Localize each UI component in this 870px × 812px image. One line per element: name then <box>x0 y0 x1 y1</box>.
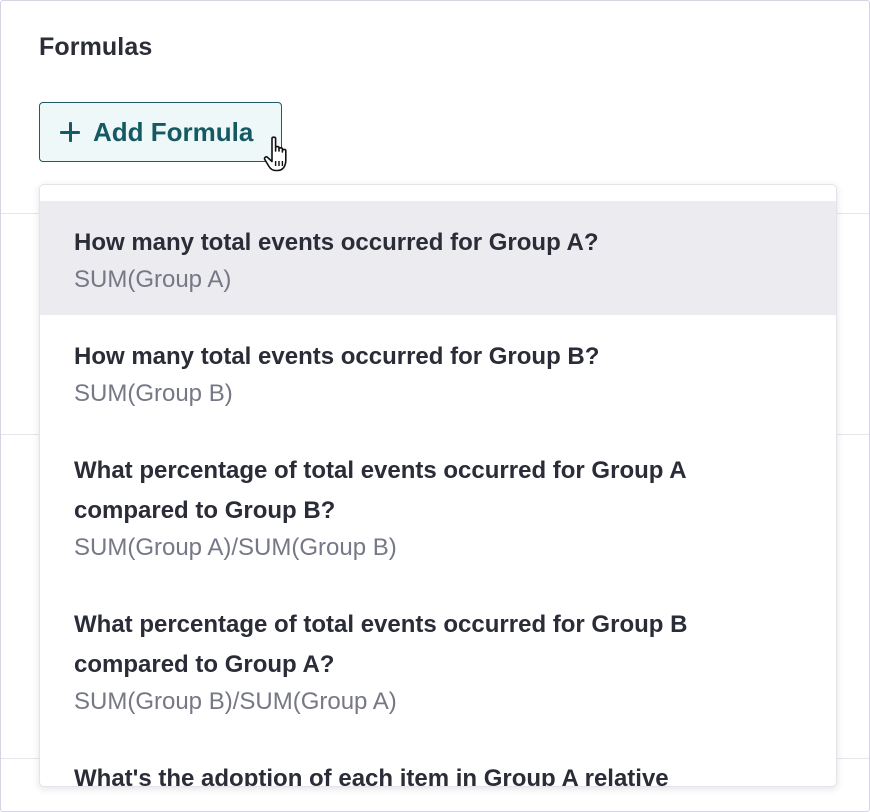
formulas-panel: Formulas Add Formula How many total even… <box>0 0 870 812</box>
add-formula-button[interactable]: Add Formula <box>39 102 282 162</box>
formula-option-list: How many total events occurred for Group… <box>40 201 836 787</box>
formula-option[interactable]: What percentage of total events occurred… <box>40 583 836 737</box>
formula-option[interactable]: How many total events occurred for Group… <box>40 315 836 429</box>
option-question: What percentage of total events occurred… <box>74 611 688 678</box>
formula-option[interactable]: How many total events occurred for Group… <box>40 201 836 315</box>
option-formula: SUM(Group B) <box>74 380 233 407</box>
option-question: How many total events occurred for Group… <box>74 343 600 370</box>
section-title: Formulas <box>39 33 153 61</box>
plus-icon <box>60 122 80 142</box>
formula-option[interactable]: What's the adoption of each item in Grou… <box>40 737 836 787</box>
option-formula: SUM(Group A)/SUM(Group B) <box>74 534 397 561</box>
add-formula-label: Add Formula <box>93 116 254 147</box>
option-question: What's the adoption of each item in Grou… <box>74 765 669 787</box>
option-formula: SUM(Group A) <box>74 266 232 293</box>
option-question: How many total events occurred for Group… <box>74 229 599 256</box>
formula-option[interactable]: What percentage of total events occurred… <box>40 429 836 583</box>
hand-pointer-icon <box>263 136 287 172</box>
formula-dropdown: How many total events occurred for Group… <box>39 184 837 787</box>
option-question: What percentage of total events occurred… <box>74 457 686 524</box>
option-formula: SUM(Group B)/SUM(Group A) <box>74 688 397 715</box>
